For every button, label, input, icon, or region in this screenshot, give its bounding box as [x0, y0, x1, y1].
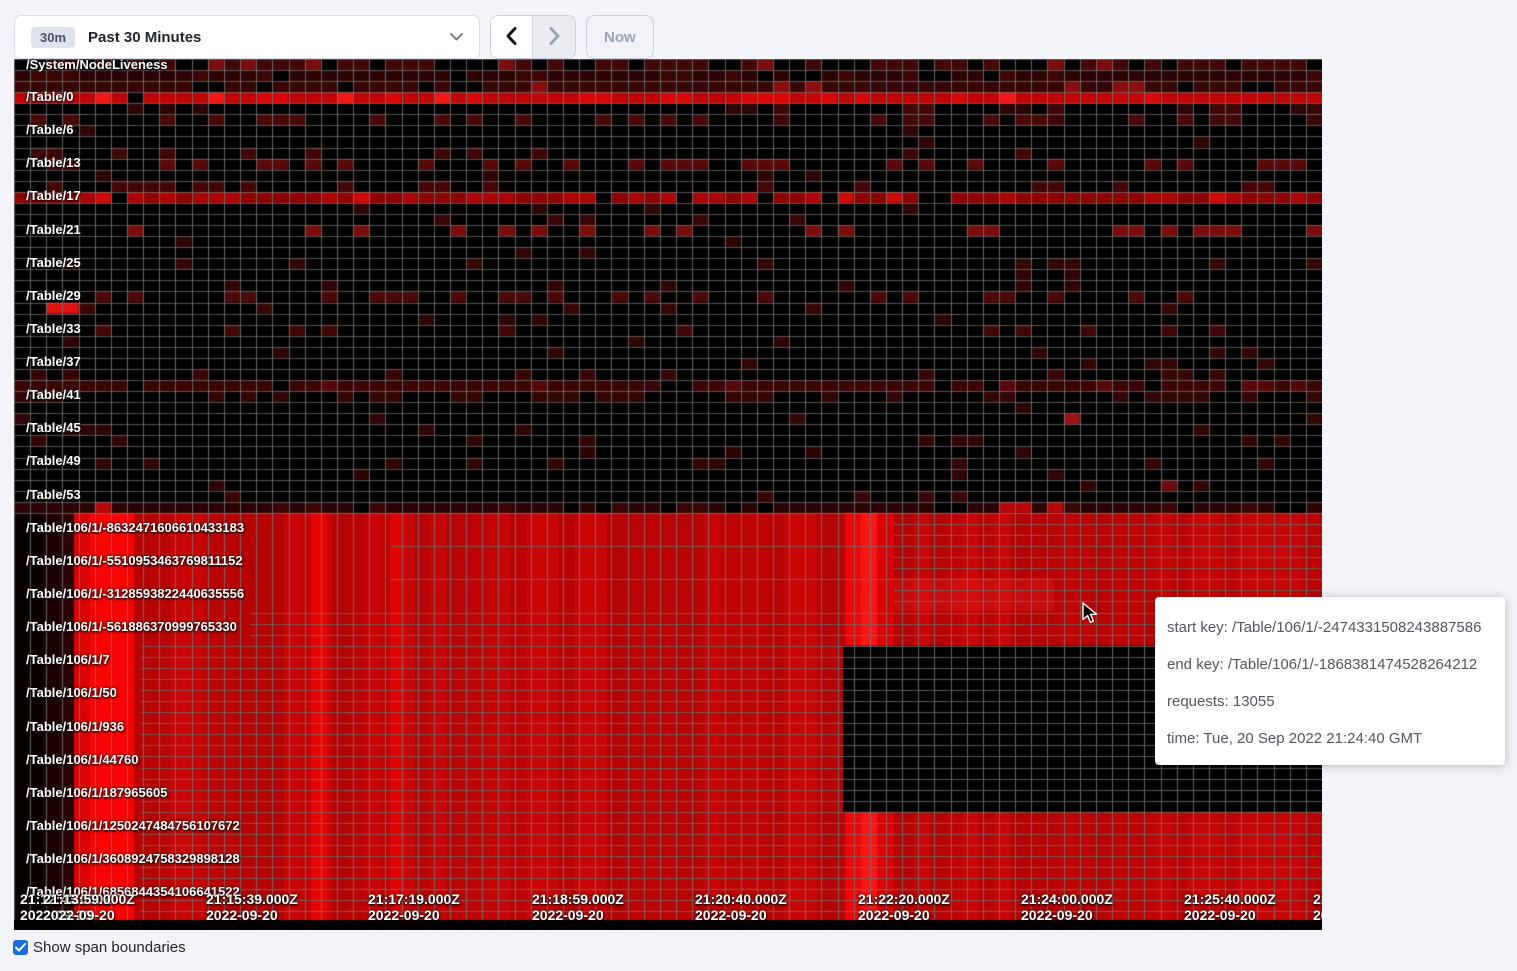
tooltip-end-key: end key: /Table/106/1/-18683814745282642…: [1167, 646, 1495, 683]
tooltip-start-key: start key: /Table/106/1/-247433150824388…: [1167, 609, 1495, 646]
chevron-right-icon: [549, 27, 560, 48]
chevron-left-icon: [506, 27, 517, 48]
next-interval-button[interactable]: [533, 16, 575, 58]
show-span-boundaries-checkbox[interactable]: [13, 940, 28, 955]
time-range-label: Past 30 Minutes: [88, 29, 201, 46]
show-span-boundaries-label: Show span boundaries: [33, 939, 186, 956]
time-range-dropdown[interactable]: 30m Past 30 Minutes: [14, 15, 480, 59]
now-button[interactable]: Now: [586, 15, 654, 59]
tooltip-time: time: Tue, 20 Sep 2022 21:24:40 GMT: [1167, 720, 1495, 757]
time-nav-button-group: [490, 15, 576, 59]
span-boundaries-row: Show span boundaries: [13, 939, 186, 956]
key-visualizer-heatmap: /System/NodeLiveness/Table/0/Table/6/Tab…: [14, 59, 1322, 930]
previous-interval-button[interactable]: [491, 16, 533, 58]
cell-tooltip: start key: /Table/106/1/-247433150824388…: [1155, 597, 1505, 765]
tooltip-requests: requests: 13055: [1167, 683, 1495, 720]
time-range-chip: 30m: [31, 27, 75, 48]
chevron-down-icon: [450, 33, 463, 41]
heatmap-canvas[interactable]: [14, 59, 1322, 930]
